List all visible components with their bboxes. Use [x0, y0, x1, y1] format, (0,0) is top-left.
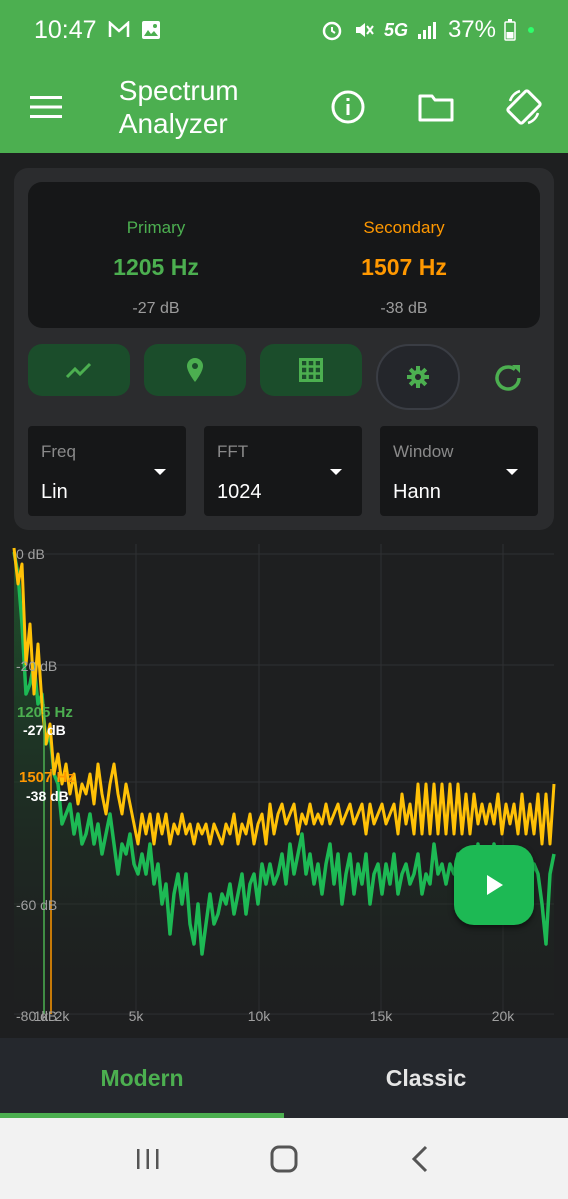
x-label: 15k	[370, 1008, 394, 1024]
tab-classic[interactable]: Classic	[284, 1038, 568, 1118]
info-icon	[331, 90, 365, 123]
trend-button[interactable]	[28, 344, 130, 396]
secondary-marker-freq: 1507 Hz	[19, 769, 75, 786]
folder-icon	[418, 94, 454, 121]
play-icon	[487, 875, 503, 895]
secondary-frequency: 1507 Hz	[361, 254, 447, 280]
grid-icon	[299, 358, 323, 382]
folder-button[interactable]	[392, 60, 480, 153]
primary-marker-freq: 1205 Hz	[17, 704, 73, 721]
recents-icon	[137, 1148, 159, 1169]
clock: 10:47	[34, 15, 97, 44]
grid-button[interactable]	[260, 344, 362, 396]
marker-button[interactable]	[144, 344, 246, 396]
tab-modern[interactable]: Modern	[0, 1038, 284, 1118]
y-label: 0 dB	[16, 546, 45, 562]
back-button[interactable]	[390, 1129, 450, 1189]
secondary-peak: Secondary 1507 Hz -38 dB	[276, 182, 532, 328]
trend-icon	[65, 362, 92, 379]
gear-icon	[407, 366, 429, 388]
window-caption: Window	[393, 442, 454, 461]
menu-button[interactable]	[0, 60, 92, 153]
secondary-marker-level: -38 dB	[26, 788, 69, 804]
freq-scale-caption: Freq	[41, 442, 76, 461]
app-title: Spectrum Analyzer	[118, 74, 239, 139]
screen-rotation-icon	[506, 88, 542, 125]
fft-size-dropdown[interactable]: FFT 1024	[204, 426, 362, 516]
refresh-button[interactable]	[486, 356, 530, 400]
freq-scale-dropdown[interactable]: Freq Lin	[28, 426, 186, 516]
primary-label: Primary	[126, 218, 186, 237]
status-bar: 10:47 5G 37%	[0, 0, 568, 60]
primary-frequency: 1205 Hz	[113, 254, 199, 280]
home-button[interactable]	[254, 1129, 314, 1189]
freq-scale-value: Lin	[41, 481, 68, 503]
mode-tab-bar: Modern Classic	[0, 1038, 568, 1118]
chevron-down-icon	[506, 469, 518, 475]
battery-level: 37%	[447, 16, 496, 43]
refresh-icon	[495, 365, 521, 391]
chevron-down-icon	[154, 469, 166, 475]
y-label: -60 dB	[16, 897, 57, 913]
spectrum-plot[interactable]: 0 dB -20 dB -60 dB -80 dB 1k 2k 5k 10k 1…	[0, 544, 568, 1038]
window-value: Hann	[393, 481, 441, 503]
recents-button[interactable]	[118, 1129, 178, 1189]
marker-pin-icon	[187, 358, 203, 382]
x-label: 10k	[248, 1008, 272, 1024]
app-bar: Spectrum Analyzer	[0, 60, 568, 153]
system-nav-bar	[0, 1118, 568, 1199]
back-icon	[411, 1145, 428, 1172]
primary-marker-level: -27 dB	[23, 722, 66, 738]
y-label: -20 dB	[16, 658, 57, 674]
mute-icon	[352, 19, 376, 41]
menu-icon	[29, 95, 62, 118]
primary-level: -27 dB	[132, 300, 180, 317]
spectrum-svg: 0 dB -20 dB -60 dB -80 dB 1k 2k 5k 10k 1…	[12, 544, 556, 1024]
gmail-icon	[107, 19, 131, 41]
x-label: 1k	[34, 1008, 50, 1024]
fft-size-value: 1024	[217, 481, 262, 503]
battery-icon	[504, 19, 516, 41]
secondary-label: Secondary	[363, 218, 445, 237]
x-label: 2k	[55, 1008, 71, 1024]
network-type: 5G	[383, 19, 408, 40]
primary-peak: Primary 1205 Hz -27 dB	[28, 182, 284, 328]
chevron-down-icon	[330, 469, 342, 475]
x-label: 5k	[129, 1008, 145, 1024]
fft-size-caption: FFT	[217, 442, 249, 461]
window-dropdown[interactable]: Window Hann	[380, 426, 538, 516]
secondary-level: -38 dB	[380, 300, 428, 317]
image-icon	[139, 19, 163, 41]
control-panel: Primary 1205 Hz -27 dB Secondary 1507 Hz…	[14, 168, 554, 530]
play-button[interactable]	[454, 845, 534, 925]
alarm-icon	[320, 19, 344, 41]
secondary-spectrum-line	[12, 547, 556, 846]
signal-icon	[416, 19, 440, 41]
privacy-dot	[528, 27, 534, 33]
rotate-screen-button[interactable]	[480, 60, 568, 153]
info-button[interactable]	[304, 60, 392, 153]
peak-readout-card: Primary 1205 Hz -27 dB Secondary 1507 Hz…	[28, 182, 540, 328]
x-label: 20k	[492, 1008, 516, 1024]
home-icon	[270, 1145, 298, 1172]
settings-button[interactable]	[376, 344, 460, 410]
